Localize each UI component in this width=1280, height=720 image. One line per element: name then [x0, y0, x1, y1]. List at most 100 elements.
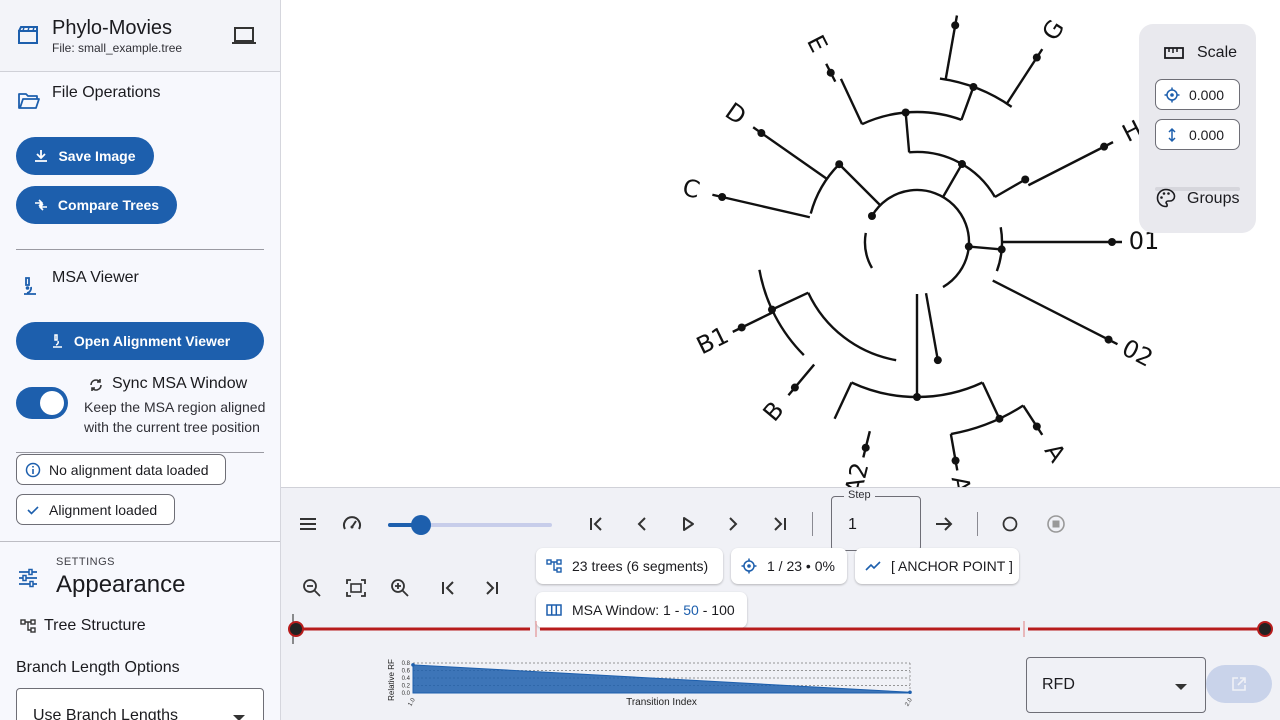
tree-leaf-label[interactable]: B	[758, 396, 790, 427]
tree-leaf-branch	[949, 433, 959, 471]
tree-node[interactable]	[1108, 238, 1116, 246]
laptop-icon[interactable]	[232, 26, 256, 46]
tree-node[interactable]	[1032, 53, 1041, 62]
ruler-icon	[1164, 47, 1184, 59]
tree-node[interactable]	[951, 21, 960, 30]
tree-node[interactable]	[1032, 422, 1041, 431]
palette-icon[interactable]	[1156, 188, 1176, 208]
fit-to-view-button[interactable]	[342, 574, 370, 602]
menu-button[interactable]	[294, 510, 322, 538]
chart-y-tick-label: 0.4	[402, 676, 411, 682]
sync-msa-title: Sync MSA Window	[112, 375, 248, 392]
tree-leaf-label[interactable]: B1	[692, 321, 733, 360]
tree-node[interactable]	[757, 129, 766, 138]
timeline-end-button[interactable]	[478, 574, 506, 602]
alignment-loaded-chip: Alignment loaded	[16, 494, 175, 525]
open-alignment-viewer-button[interactable]: Open Alignment Viewer	[16, 322, 264, 360]
tree-node[interactable]	[1104, 335, 1113, 344]
tree-branch-arc	[861, 110, 962, 126]
open-external-button[interactable]	[1206, 665, 1272, 703]
tree-node[interactable]	[718, 193, 727, 202]
download-icon	[35, 150, 48, 162]
first-tree-button[interactable]	[582, 510, 610, 538]
speed-button[interactable]	[338, 510, 366, 538]
open-external-icon	[1232, 677, 1246, 691]
step-value: 1	[848, 516, 857, 533]
branch-length-select[interactable]: Use Branch Lengths	[16, 688, 264, 720]
chevron-left-icon	[637, 517, 646, 531]
msa-viewer-title: MSA Viewer	[52, 269, 139, 286]
record-button[interactable]	[996, 510, 1024, 538]
tree-node[interactable]	[1100, 142, 1109, 151]
sync-icon	[90, 379, 102, 391]
offset-input[interactable]: 0.000	[1155, 79, 1240, 110]
tree-leaf-label[interactable]: F	[945, 0, 975, 3]
tree-internal-node[interactable]	[835, 160, 844, 169]
tree-canvas[interactable]: FGH0102AA1A2BB1CDE	[281, 0, 1280, 487]
previous-button[interactable]	[628, 510, 656, 538]
tree-node[interactable]	[861, 443, 870, 452]
zoom-out-button[interactable]	[298, 574, 326, 602]
tree-internal-node[interactable]	[995, 414, 1004, 423]
metric-select[interactable]: RFD	[1026, 657, 1206, 713]
file-name: File: small_example.tree	[52, 41, 183, 55]
tree-internal-node[interactable]	[767, 305, 776, 314]
tree-internal-node[interactable]	[901, 108, 910, 117]
compare-trees-label: Compare Trees	[57, 197, 160, 213]
tree-internal-node[interactable]	[933, 356, 942, 365]
tree-internal-node[interactable]	[913, 393, 921, 401]
height-input[interactable]: 0.000	[1155, 119, 1240, 150]
tree-leaf-label[interactable]: A1	[946, 474, 979, 487]
tree-internal-node[interactable]	[1021, 175, 1030, 184]
tree-leaf-label[interactable]: E	[801, 31, 833, 57]
tree-leaf-label[interactable]: G	[1037, 15, 1071, 46]
timeline-start-button[interactable]	[434, 574, 462, 602]
tree-node[interactable]	[790, 383, 799, 392]
tree-internal-node[interactable]	[964, 242, 973, 251]
tree-leaf-label[interactable]: A2	[840, 460, 875, 487]
skip-first-icon	[590, 517, 602, 531]
chart-y-tick-label: 0.2	[402, 684, 411, 690]
tree-internal-node[interactable]	[867, 212, 876, 220]
tree-branch-arc	[870, 188, 971, 289]
tree-internal-node[interactable]	[997, 245, 1006, 254]
save-image-button[interactable]: Save Image	[16, 137, 154, 175]
record-icon	[1002, 516, 1018, 532]
tree-leaf-label[interactable]: 02	[1118, 334, 1158, 373]
tree-internal-node[interactable]	[969, 82, 978, 91]
groups-label[interactable]: Groups	[1187, 190, 1239, 208]
next-button[interactable]	[719, 510, 747, 538]
chart-x-axis-label: Transition Index	[626, 697, 697, 708]
go-to-step-button[interactable]	[930, 510, 958, 538]
tree-branch-arc	[939, 77, 1013, 108]
app-header: Phylo-Movies File: small_example.tree	[0, 0, 280, 72]
tune-icon	[19, 568, 37, 588]
sync-msa-toggle[interactable]	[16, 387, 68, 419]
play-button[interactable]	[674, 510, 702, 538]
timeline-end-marker[interactable]	[1257, 621, 1273, 637]
tree-leaf-label[interactable]: C	[680, 173, 703, 204]
chevron-down-icon	[1175, 684, 1187, 690]
speed-slider-thumb[interactable]	[410, 515, 431, 535]
zoom-in-button[interactable]	[386, 574, 414, 602]
phylogenetic-tree[interactable]: FGH0102AA1A2BB1CDE	[281, 0, 1280, 487]
tree-leaf-label[interactable]: A	[1039, 438, 1072, 468]
zoom-out-icon	[303, 579, 321, 597]
tree-internal-node[interactable]	[958, 160, 966, 169]
tree-node[interactable]	[951, 456, 960, 465]
step-label: Step	[844, 489, 875, 501]
tree-branch-arc	[950, 404, 1024, 436]
step-input[interactable]: Step 1	[831, 489, 921, 551]
stop-button[interactable]	[1042, 510, 1070, 538]
metric-value: RFD	[1042, 676, 1075, 693]
timeline-start-marker[interactable]	[288, 621, 304, 637]
last-tree-button[interactable]	[766, 510, 794, 538]
skip-last-icon	[486, 581, 498, 595]
tree-leaf-label[interactable]: D	[720, 97, 751, 131]
tree-node[interactable]	[737, 323, 746, 332]
compare-trees-button[interactable]: Compare Trees	[16, 186, 177, 224]
tree-branch-arc	[863, 232, 874, 269]
divider	[0, 541, 280, 542]
settings-eyebrow: SETTINGS	[56, 556, 116, 568]
tree-node[interactable]	[826, 68, 835, 77]
